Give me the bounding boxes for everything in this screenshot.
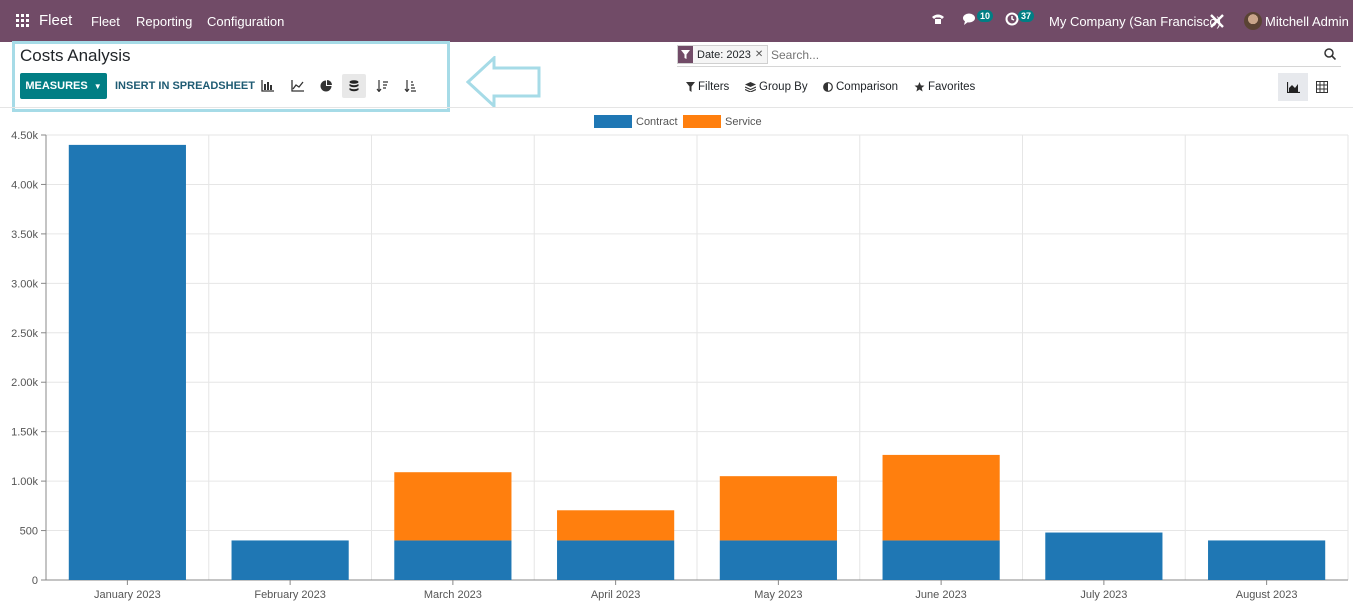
bar-service-5 xyxy=(719,476,837,541)
legend-swatch-service xyxy=(683,115,721,128)
y-tick-label: 3.00k xyxy=(11,278,38,290)
bar-service-3 xyxy=(394,472,512,541)
x-tick-label: May 2023 xyxy=(754,589,802,601)
group-by-label: Group By xyxy=(759,81,808,93)
pie-chart-icon xyxy=(320,80,332,92)
sort-descending-button[interactable] xyxy=(370,74,394,98)
search-underline xyxy=(677,66,1341,67)
y-tick-label: 1.50k xyxy=(11,427,38,439)
half-circle-icon xyxy=(823,82,833,92)
x-tick-label: February 2023 xyxy=(254,589,326,601)
y-tick-label: 0 xyxy=(32,575,38,587)
measures-label: MEASURES xyxy=(25,80,88,92)
debug-tools-icon[interactable] xyxy=(1209,13,1225,32)
pie-chart-button[interactable] xyxy=(314,74,338,98)
bar-contract-2 xyxy=(231,540,349,580)
y-tick-label: 3.50k xyxy=(11,229,38,241)
sort-ascending-button[interactable] xyxy=(398,74,422,98)
favorites-toggle[interactable]: Favorites xyxy=(914,81,975,93)
messages-icon[interactable] xyxy=(962,12,978,29)
search-input[interactable] xyxy=(771,46,1321,63)
x-tick-label: August 2023 xyxy=(1236,589,1298,601)
legend-swatch-contract xyxy=(594,115,632,128)
favorites-label: Favorites xyxy=(928,81,976,93)
insert-in-spreadsheet-button[interactable]: INSERT IN SPREADSHEET xyxy=(115,80,255,92)
facet-remove-icon[interactable]: ✕ xyxy=(755,49,767,60)
app-brand[interactable]: Fleet xyxy=(39,12,72,29)
top-navbar: Fleet Fleet Reporting Configuration 10 3… xyxy=(0,0,1353,42)
star-icon xyxy=(914,82,925,92)
apps-menu-icon[interactable] xyxy=(16,14,30,28)
legend-label-contract: Contract xyxy=(636,116,678,128)
user-avatar[interactable] xyxy=(1244,12,1262,30)
bar-service-4 xyxy=(557,510,675,541)
bar-chart-icon xyxy=(261,80,274,92)
measures-button[interactable]: MEASURES ▼ xyxy=(20,73,107,99)
bar-contract-4 xyxy=(557,540,675,580)
messages-badge: 10 xyxy=(977,10,994,22)
bar-contract-3 xyxy=(394,540,512,580)
facet-label: Date: 2023 xyxy=(697,48,751,61)
costs-bar-chart: 0 500 1.00k 1.50k 2.00k 2.50k 3.00k 3.50k 4.00k 4… xyxy=(11,115,1349,601)
comparison-toggle[interactable]: Comparison xyxy=(823,81,898,93)
layers-icon xyxy=(745,82,756,92)
pivot-view-button[interactable] xyxy=(1307,73,1337,101)
graph-view-button[interactable] xyxy=(1278,73,1308,101)
y-tick-label: 4.50k xyxy=(11,130,38,142)
filter-funnel-icon xyxy=(678,46,693,63)
comparison-label: Comparison xyxy=(836,81,898,93)
bar-contract-6 xyxy=(882,540,1000,580)
company-switcher[interactable]: My Company (San Francisco) xyxy=(1049,14,1221,29)
group-by-toggle[interactable]: Group By xyxy=(745,81,808,93)
y-tick-label: 4.00k xyxy=(11,179,38,191)
stacked-toggle-button[interactable] xyxy=(342,74,366,98)
y-tick-label: 2.50k xyxy=(11,328,38,340)
date-filter-facet[interactable]: Date: 2023 ✕ xyxy=(677,45,769,64)
y-tick-label: 2.00k xyxy=(11,377,38,389)
line-chart-icon xyxy=(291,80,304,92)
bar-contract-7 xyxy=(1045,532,1163,580)
menu-configuration[interactable]: Configuration xyxy=(207,14,284,29)
menu-fleet[interactable]: Fleet xyxy=(91,14,120,29)
user-menu[interactable]: Mitchell Admin xyxy=(1265,14,1349,29)
bar-contract-1 xyxy=(68,144,186,580)
x-tick-label: June 2023 xyxy=(915,589,966,601)
x-tick-label: March 2023 xyxy=(424,589,482,601)
bar-chart-button[interactable] xyxy=(256,74,280,98)
page-title: Costs Analysis xyxy=(20,46,131,65)
y-tick-label: 1.00k xyxy=(11,476,38,488)
sort-descending-icon xyxy=(376,80,388,92)
filters-label: Filters xyxy=(698,81,730,93)
x-tick-label: April 2023 xyxy=(591,589,641,601)
sort-ascending-icon xyxy=(404,80,416,92)
y-tick-label: 500 xyxy=(20,526,38,538)
left-arrow-annotation xyxy=(466,56,541,108)
menu-reporting[interactable]: Reporting xyxy=(136,14,192,29)
table-grid-icon xyxy=(1316,81,1328,93)
phone-icon[interactable] xyxy=(931,12,945,29)
area-chart-icon xyxy=(1286,81,1300,93)
bar-contract-8 xyxy=(1208,540,1326,580)
activities-badge: 37 xyxy=(1018,10,1035,22)
filter-icon xyxy=(686,82,695,92)
line-chart-button[interactable] xyxy=(286,74,310,98)
legend-label-service: Service xyxy=(725,116,762,128)
filters-toggle[interactable]: Filters xyxy=(686,81,729,93)
bar-service-6 xyxy=(882,454,1000,541)
database-stack-icon xyxy=(349,80,359,92)
activities-clock-icon[interactable] xyxy=(1005,12,1019,29)
x-tick-label: January 2023 xyxy=(94,589,161,601)
x-tick-label: July 2023 xyxy=(1080,589,1127,601)
caret-down-icon: ▼ xyxy=(93,81,102,91)
bar-contract-5 xyxy=(719,540,837,580)
search-icon[interactable] xyxy=(1324,47,1337,65)
